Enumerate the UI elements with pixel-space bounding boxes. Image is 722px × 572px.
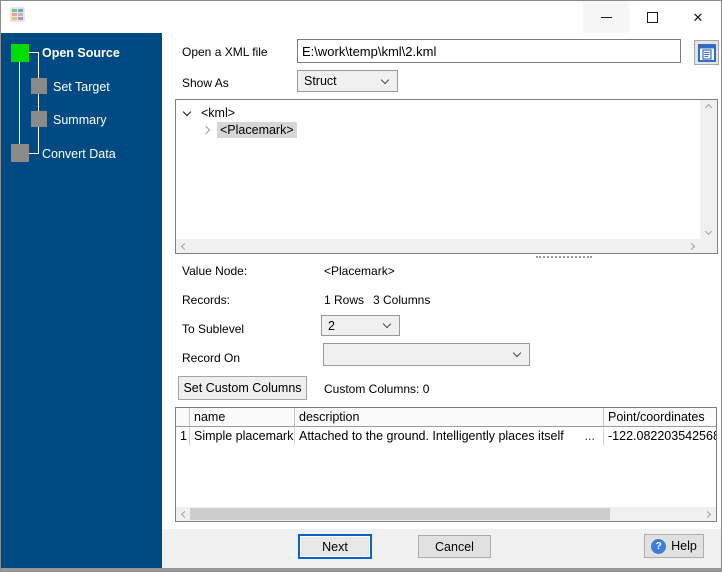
chevron-down-icon <box>380 75 390 84</box>
column-header-rownum[interactable] <box>176 408 190 426</box>
window-bottom-edge <box>1 568 721 571</box>
value-node-value: <Placemark> <box>324 264 395 278</box>
scroll-up-icon[interactable] <box>704 103 713 112</box>
show-as-value: Struct <box>304 74 337 88</box>
description-cell[interactable]: Attached to the ground. Intelligently pl… <box>295 428 604 445</box>
help-button[interactable]: ? Help <box>644 534 704 558</box>
close-icon: ✕ <box>692 9 704 25</box>
app-icon <box>10 7 25 22</box>
minimize-icon <box>600 16 612 18</box>
expand-toggle-icon[interactable] <box>182 107 192 117</box>
wizard-step-convert-data: Convert Data <box>42 147 116 161</box>
scroll-down-icon[interactable] <box>704 227 713 236</box>
records-columns-value: 3 Columns <box>373 293 431 307</box>
close-button[interactable]: ✕ <box>675 1 721 33</box>
to-sublevel-label: To Sublevel <box>182 322 245 336</box>
description-truncated-indicator: ... <box>584 429 595 443</box>
tree-node-label[interactable]: <Placemark> <box>217 122 297 138</box>
xml-file-path-input[interactable] <box>297 39 681 63</box>
chevron-down-icon <box>382 319 392 329</box>
help-icon: ? <box>651 538 667 554</box>
splitter-handle[interactable] <box>536 256 592 259</box>
table-row[interactable]: 1 Simple placemark Attached to the groun… <box>176 428 716 445</box>
table-header-row: name description Point/coordinates <box>176 408 716 427</box>
step-marker <box>31 78 47 94</box>
wizard-window: ✕ Open Source Set Target Summary Convert… <box>0 0 722 572</box>
maximize-button[interactable] <box>629 1 675 33</box>
value-node-label: Value Node: <box>182 264 248 278</box>
records-label: Records: <box>182 293 231 307</box>
maximize-icon <box>646 11 658 23</box>
step-marker <box>31 111 47 127</box>
wizard-step-set-target: Set Target <box>53 80 110 94</box>
titlebar: ✕ <box>1 1 721 33</box>
tree-horizontal-scrollbar[interactable] <box>176 239 700 253</box>
show-as-label: Show As <box>182 76 229 90</box>
show-as-combobox[interactable]: Struct <box>297 70 398 92</box>
scroll-left-icon[interactable] <box>180 242 189 250</box>
to-sublevel-combobox[interactable]: 2 <box>321 315 400 336</box>
scroll-right-icon[interactable] <box>687 242 696 250</box>
point-coordinates-cell[interactable]: -122.0822035425683,3 <box>604 428 716 445</box>
scrollbar-corner <box>700 239 717 253</box>
records-table[interactable]: name description Point/coordinates 1 Sim… <box>175 407 717 522</box>
to-sublevel-value: 2 <box>328 318 335 333</box>
table-horizontal-scrollbar[interactable] <box>176 507 716 521</box>
browse-file-button[interactable] <box>694 40 719 65</box>
wizard-step-open-source: Open Source <box>42 46 120 60</box>
record-on-label: Record On <box>182 351 241 365</box>
set-custom-columns-button[interactable]: Set Custom Columns <box>178 376 307 400</box>
scroll-left-icon[interactable] <box>180 510 189 518</box>
scrollbar-thumb[interactable] <box>190 508 610 520</box>
records-rows-value: 1 Rows <box>324 293 365 307</box>
step-marker-active <box>11 44 29 62</box>
name-cell[interactable]: Simple placemark <box>190 428 295 445</box>
xml-structure-tree[interactable]: <kml> <Placemark> <box>175 99 718 254</box>
tree-node-label[interactable]: <kml> <box>198 105 238 121</box>
row-number-cell: 1 <box>176 428 190 445</box>
chevron-down-icon <box>512 348 522 358</box>
tree-vertical-scrollbar[interactable] <box>700 100 717 239</box>
collapse-toggle-icon[interactable] <box>201 125 211 135</box>
help-button-label: Help <box>671 539 697 553</box>
connector-line <box>19 53 20 144</box>
connector-line <box>38 52 39 153</box>
tree-node-placemark[interactable]: <Placemark> <box>201 122 297 138</box>
wizard-step-summary: Summary <box>53 113 107 127</box>
column-header-point-coordinates[interactable]: Point/coordinates <box>604 408 716 426</box>
open-file-document-icon <box>697 43 716 62</box>
description-text: Attached to the ground. Intelligently pl… <box>299 429 564 443</box>
next-button[interactable]: Next <box>298 534 372 559</box>
connector-line <box>29 153 39 154</box>
column-header-name[interactable]: name <box>190 408 295 426</box>
scroll-right-icon[interactable] <box>703 510 712 518</box>
tree-node-kml[interactable]: <kml> <box>182 105 238 121</box>
minimize-button[interactable] <box>583 1 629 33</box>
column-header-description[interactable]: description <box>295 408 604 426</box>
custom-columns-info: Custom Columns: 0 <box>324 382 430 396</box>
record-on-combobox[interactable] <box>323 343 530 366</box>
wizard-steps-sidebar: Open Source Set Target Summary Convert D… <box>1 33 162 568</box>
step-marker <box>11 144 29 162</box>
open-xml-file-label: Open a XML file <box>182 45 268 59</box>
cancel-button[interactable]: Cancel <box>418 535 491 558</box>
